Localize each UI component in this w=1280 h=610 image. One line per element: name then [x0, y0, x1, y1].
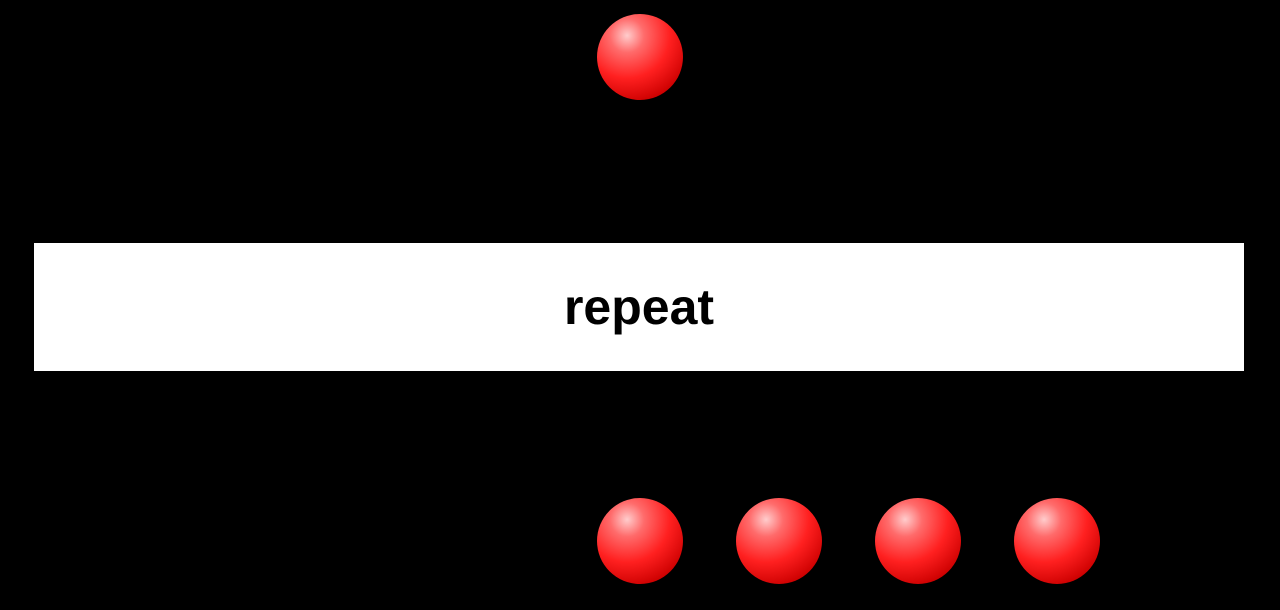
output-ball	[875, 498, 961, 584]
output-ball	[597, 498, 683, 584]
operation-box: repeat	[34, 243, 1244, 371]
input-ball	[597, 14, 683, 100]
output-ball	[736, 498, 822, 584]
operation-label: repeat	[564, 278, 714, 336]
output-ball	[1014, 498, 1100, 584]
